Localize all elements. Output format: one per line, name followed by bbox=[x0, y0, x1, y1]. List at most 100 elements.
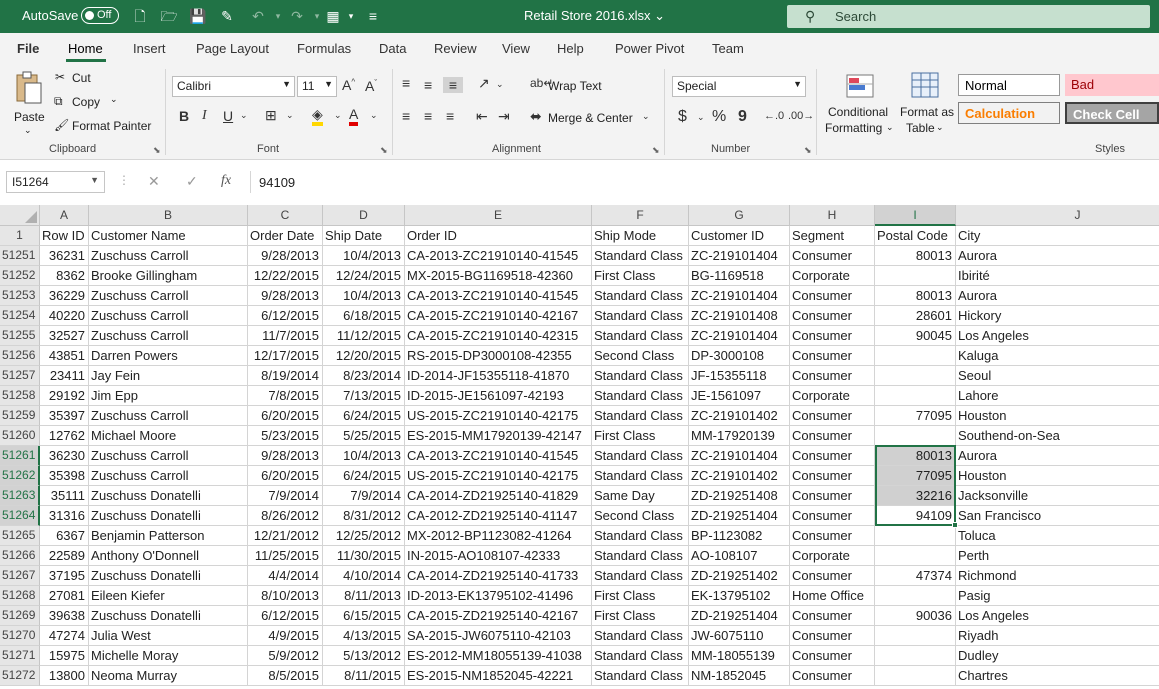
table-cell[interactable]: US-2015-ZC21910140-42175 bbox=[405, 406, 592, 426]
table-cell[interactable]: 11/12/2015 bbox=[323, 326, 405, 346]
table-cell[interactable]: CA-2013-ZC21910140-41545 bbox=[405, 446, 592, 466]
table-cell[interactable]: Michelle Moray bbox=[89, 646, 248, 666]
table-cell[interactable]: CA-2013-ZC21910140-41545 bbox=[405, 246, 592, 266]
tab-home[interactable]: Home bbox=[68, 41, 103, 56]
column-header-j[interactable]: J bbox=[956, 205, 1159, 226]
table-cell[interactable]: Los Angeles bbox=[956, 606, 1159, 626]
table-cell[interactable] bbox=[875, 626, 956, 646]
table-cell[interactable]: Zuschuss Donatelli bbox=[89, 606, 248, 626]
table-cell[interactable]: 12/20/2015 bbox=[323, 346, 405, 366]
table-cell[interactable]: 11/25/2015 bbox=[248, 546, 323, 566]
table-cell[interactable]: Consumer bbox=[790, 606, 875, 626]
table-cell[interactable]: Standard Class bbox=[592, 626, 689, 646]
table-cell[interactable]: 11/30/2015 bbox=[323, 546, 405, 566]
style-normal[interactable]: Normal bbox=[958, 74, 1060, 96]
column-title-cell[interactable]: Customer Name bbox=[89, 226, 248, 246]
column-title-cell[interactable]: Customer ID bbox=[689, 226, 790, 246]
format-as-table-button[interactable]: Format as Table ⌄ bbox=[896, 69, 954, 139]
table-cell[interactable]: 6/12/2015 bbox=[248, 606, 323, 626]
undo-icon[interactable]: ↶ bbox=[249, 8, 267, 25]
row-header[interactable]: 51268 bbox=[0, 586, 40, 606]
table-cell[interactable]: ZC-219101404 bbox=[689, 286, 790, 306]
table-cell[interactable]: Ibirité bbox=[956, 266, 1159, 286]
table-cell[interactable]: 10/4/2013 bbox=[323, 446, 405, 466]
table-cell[interactable]: 23411 bbox=[40, 366, 89, 386]
table-cell[interactable]: 80013 bbox=[875, 446, 956, 466]
table-cell[interactable]: Consumer bbox=[790, 486, 875, 506]
column-header-c[interactable]: C bbox=[248, 205, 323, 226]
table-cell[interactable]: NM-1852045 bbox=[689, 666, 790, 686]
merge-center-icon[interactable]: ⬌ bbox=[530, 108, 542, 125]
insert-function-button[interactable]: fx bbox=[221, 173, 231, 189]
table-cell[interactable]: ZC-219101404 bbox=[689, 246, 790, 266]
table-cell[interactable]: 13800 bbox=[40, 666, 89, 686]
table-cell[interactable]: BP-1123082 bbox=[689, 526, 790, 546]
table-cell[interactable]: Aurora bbox=[956, 446, 1159, 466]
table-cell[interactable]: JW-6075110 bbox=[689, 626, 790, 646]
table-cell[interactable]: Standard Class bbox=[592, 246, 689, 266]
table-cell[interactable]: 9/28/2013 bbox=[248, 286, 323, 306]
table-cell[interactable]: 9/28/2013 bbox=[248, 246, 323, 266]
tab-review[interactable]: Review bbox=[434, 41, 477, 56]
table-cell[interactable]: Zuschuss Carroll bbox=[89, 286, 248, 306]
table-cell[interactable]: 36230 bbox=[40, 446, 89, 466]
table-cell[interactable]: MM-18055139 bbox=[689, 646, 790, 666]
table-cell[interactable]: Standard Class bbox=[592, 466, 689, 486]
table-cell[interactable]: 15975 bbox=[40, 646, 89, 666]
row-header[interactable]: 51260 bbox=[0, 426, 40, 446]
table-cell[interactable]: 12/21/2012 bbox=[248, 526, 323, 546]
table-cell[interactable]: CA-2014-ZD21925140-41829 bbox=[405, 486, 592, 506]
customize-toolbar-icon[interactable]: ≡ bbox=[364, 8, 382, 25]
decrease-indent-icon[interactable]: ⇤ bbox=[476, 108, 488, 125]
row-header[interactable]: 51264 bbox=[0, 506, 40, 526]
table-cell[interactable]: Standard Class bbox=[592, 526, 689, 546]
table-cell[interactable]: Standard Class bbox=[592, 646, 689, 666]
table-cell[interactable]: JE-1561097 bbox=[689, 386, 790, 406]
orientation-icon[interactable]: ↗ bbox=[478, 75, 490, 92]
table-cell[interactable]: Zuschuss Carroll bbox=[89, 326, 248, 346]
tab-team[interactable]: Team bbox=[712, 41, 744, 56]
style-bad[interactable]: Bad bbox=[1065, 74, 1159, 96]
column-header-d[interactable]: D bbox=[323, 205, 405, 226]
table-cell[interactable]: 43851 bbox=[40, 346, 89, 366]
table-cell[interactable]: 6/20/2015 bbox=[248, 406, 323, 426]
column-header-g[interactable]: G bbox=[689, 205, 790, 226]
underline-button[interactable]: U bbox=[223, 108, 233, 124]
row-header[interactable]: 51251 bbox=[0, 246, 40, 266]
table-cell[interactable]: 10/4/2013 bbox=[323, 286, 405, 306]
increase-font-icon[interactable]: A^ bbox=[342, 77, 355, 93]
wrap-text-button[interactable]: Wrap Text bbox=[548, 79, 602, 93]
increase-indent-icon[interactable]: ⇥ bbox=[498, 108, 510, 125]
table-cell[interactable]: Los Angeles bbox=[956, 326, 1159, 346]
cut-icon[interactable]: ✂ bbox=[55, 70, 65, 84]
table-cell[interactable] bbox=[875, 546, 956, 566]
table-cell[interactable]: 8/23/2014 bbox=[323, 366, 405, 386]
row-header[interactable]: 51257 bbox=[0, 366, 40, 386]
table-cell[interactable]: Consumer bbox=[790, 426, 875, 446]
table-cell[interactable]: ZC-219101402 bbox=[689, 466, 790, 486]
table-cell[interactable]: 4/9/2015 bbox=[248, 626, 323, 646]
table-cell[interactable]: First Class bbox=[592, 586, 689, 606]
autosave-toggle[interactable]: Off bbox=[81, 7, 119, 24]
table-cell[interactable]: 36229 bbox=[40, 286, 89, 306]
table-cell[interactable] bbox=[875, 646, 956, 666]
table-cell[interactable]: Standard Class bbox=[592, 326, 689, 346]
underline-dropdown-icon[interactable]: ⌄ bbox=[240, 110, 248, 121]
table-cell[interactable]: Standard Class bbox=[592, 666, 689, 686]
table-cell[interactable]: Consumer bbox=[790, 366, 875, 386]
row-header[interactable]: 51261 bbox=[0, 446, 40, 466]
table-cell[interactable]: Lahore bbox=[956, 386, 1159, 406]
select-all-button[interactable] bbox=[0, 205, 40, 226]
tab-file[interactable]: File bbox=[17, 41, 39, 56]
decrease-decimal-icon[interactable]: .00→ bbox=[788, 110, 814, 122]
table-cell[interactable]: ZC-219101404 bbox=[689, 446, 790, 466]
table-cell[interactable] bbox=[875, 386, 956, 406]
copy-button[interactable]: Copy bbox=[72, 95, 100, 109]
table-cell[interactable]: ID-2014-JF15355118-41870 bbox=[405, 366, 592, 386]
table-cell[interactable]: 6/12/2015 bbox=[248, 306, 323, 326]
table-cell[interactable]: Neoma Murray bbox=[89, 666, 248, 686]
column-title-cell[interactable]: Order Date bbox=[248, 226, 323, 246]
tab-data[interactable]: Data bbox=[379, 41, 406, 56]
table-cell[interactable]: 8/19/2014 bbox=[248, 366, 323, 386]
table-cell[interactable]: Seoul bbox=[956, 366, 1159, 386]
